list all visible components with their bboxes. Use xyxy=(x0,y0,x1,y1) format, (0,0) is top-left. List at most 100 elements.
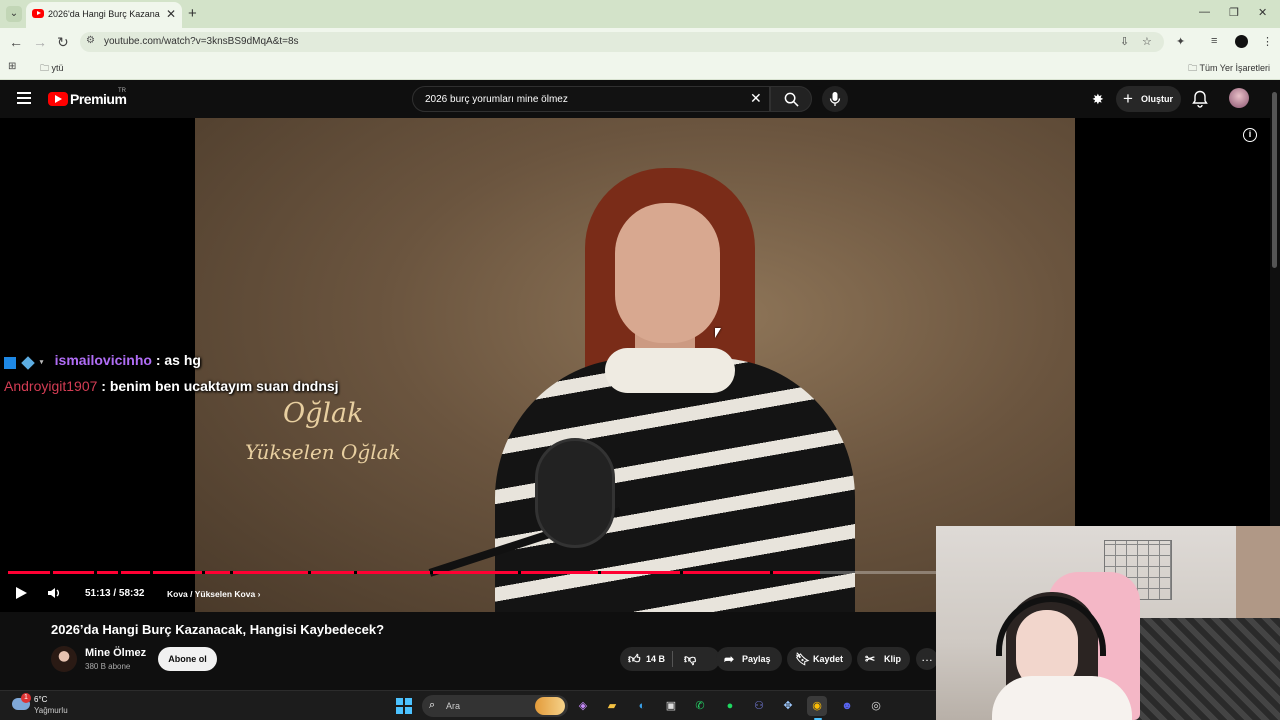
obs-icon[interactable]: ◎ xyxy=(866,696,886,716)
browser-menu-icon[interactable]: ⋮ xyxy=(1262,35,1273,48)
teams-icon[interactable]: ⚇ xyxy=(749,696,769,716)
weather-badge: 1 xyxy=(21,693,31,703)
copilot-icon[interactable]: ◈ xyxy=(573,696,593,716)
back-button[interactable]: ← xyxy=(9,34,23,50)
file-explorer-icon[interactable]: ▰ xyxy=(602,696,622,716)
country-code: TR xyxy=(118,88,126,94)
progress-bar[interactable] xyxy=(8,571,936,574)
tab-close-icon[interactable]: ✕ xyxy=(166,7,176,21)
channel-avatar[interactable] xyxy=(51,646,77,672)
volume-button[interactable] xyxy=(47,586,63,605)
share-arrow-icon: ➦ xyxy=(724,652,735,666)
account-avatar[interactable] xyxy=(1229,88,1249,108)
voice-search-button[interactable] xyxy=(822,86,848,112)
notifications-bell-icon[interactable] xyxy=(1192,90,1208,113)
chat-message: ▾ ismailovicinho : as hg xyxy=(4,352,201,370)
bookmark-star-icon[interactable]: ☆ xyxy=(1142,35,1152,48)
volume-icon xyxy=(48,588,59,598)
chevron-right-icon: › xyxy=(257,589,261,599)
chapter-marker xyxy=(770,571,773,574)
reload-button[interactable]: ↻ xyxy=(57,34,69,51)
chat-badges: ▾ xyxy=(4,353,51,370)
network-app-icon[interactable]: ✥ xyxy=(778,696,798,716)
progress-bar-fill xyxy=(8,571,820,574)
media-control-icon[interactable]: ≡ xyxy=(1211,35,1217,47)
chapter-marker xyxy=(354,571,357,574)
clear-search-icon[interactable]: ✕ xyxy=(750,90,762,107)
extensions-icon[interactable]: ✦ xyxy=(1176,35,1185,48)
like-count[interactable]: 14 B xyxy=(646,654,665,664)
video-person-face xyxy=(615,203,720,343)
bookmark-folder-ytu[interactable]: 🗀 ytü xyxy=(40,61,64,77)
spotify-icon[interactable]: ● xyxy=(720,696,740,716)
site-info-icon[interactable]: ⚙ xyxy=(86,35,95,46)
whatsapp-icon[interactable]: ✆ xyxy=(690,696,710,716)
all-bookmarks-label: Tüm Yer İşaretleri xyxy=(1199,63,1270,73)
temperature[interactable]: 6°C xyxy=(34,695,47,704)
search-highlight-image xyxy=(535,697,565,715)
ask-ai-icon[interactable]: ✸ xyxy=(1092,91,1104,108)
tab-search-button[interactable]: ⌄ xyxy=(6,6,22,22)
search-query: 2026 burç yorumları mine ölmez xyxy=(425,94,568,105)
minimize-button[interactable]: — xyxy=(1199,6,1210,18)
thumbs-down-icon[interactable]: 👎︎ xyxy=(684,652,696,667)
more-actions-button[interactable]: … xyxy=(916,648,938,670)
search-input[interactable]: 2026 burç yorumları mine ölmez xyxy=(412,86,770,112)
tab-title: 2026'da Hangi Burç Kazanacak xyxy=(48,9,160,19)
time-display: 51:13 / 58:32 xyxy=(85,588,145,599)
share-button[interactable]: ➦ Paylaş xyxy=(716,647,782,671)
install-app-icon[interactable]: ⇩ xyxy=(1120,35,1129,48)
chapter-button[interactable]: Kova / Yükselen Kova › xyxy=(167,589,260,599)
chapter-marker xyxy=(230,571,233,574)
taskbar-search-placeholder: Ara xyxy=(446,701,461,711)
weather-condition[interactable]: Yağmurlu xyxy=(34,706,68,715)
store-icon[interactable]: ▣ xyxy=(661,696,681,716)
menu-icon[interactable] xyxy=(17,92,31,104)
youtube-logo-icon[interactable] xyxy=(48,92,68,106)
clip-button[interactable]: ✂ Klip xyxy=(857,647,910,671)
folder-icon: 🗀 xyxy=(40,63,50,73)
info-icon[interactable]: i xyxy=(1243,128,1257,142)
forward-button[interactable]: → xyxy=(33,34,47,50)
save-button[interactable]: 🔖︎ Kaydet xyxy=(787,647,852,671)
windows-start-icon[interactable] xyxy=(396,698,412,714)
share-label: Paylaş xyxy=(742,654,771,664)
gem-badge-icon xyxy=(21,355,35,370)
subscribe-button[interactable]: Abone ol xyxy=(158,647,217,671)
mouse-cursor xyxy=(715,328,721,338)
divider xyxy=(672,651,673,667)
all-bookmarks-button[interactable]: 🗀 Tüm Yer İşaretleri xyxy=(1188,61,1270,77)
video-overlay-subtitle: Yükselen Oğlak xyxy=(245,440,401,464)
scrollbar-thumb[interactable] xyxy=(1272,92,1277,268)
folder-icon: 🗀 xyxy=(1188,63,1198,73)
video-overlay-title: Oğlak xyxy=(283,398,364,429)
restore-button[interactable]: ❐ xyxy=(1229,6,1239,19)
thumbs-up-icon[interactable]: 👍︎ xyxy=(628,652,641,667)
browser-tab-active[interactable]: 2026'da Hangi Burç Kazanacak ✕ xyxy=(26,2,182,28)
window-close-button[interactable]: ✕ xyxy=(1258,6,1267,19)
bookmark-folder-label: ytü xyxy=(51,63,64,73)
chapter-marker xyxy=(430,571,433,574)
channel-name[interactable]: Mine Ölmez xyxy=(85,647,146,659)
play-button[interactable] xyxy=(14,586,28,605)
chapter-marker xyxy=(308,571,311,574)
url-field[interactable]: ⚙ youtube.com/watch?v=3knsBS9dMqA&t=8s xyxy=(80,32,1164,52)
discord-icon[interactable]: ☻ xyxy=(837,696,857,716)
search-button[interactable] xyxy=(770,86,812,112)
apps-grid-icon[interactable]: ⊞ xyxy=(8,61,16,72)
taskbar-search-input[interactable]: ⌕ Ara xyxy=(422,695,568,717)
new-tab-button[interactable]: + xyxy=(188,5,197,22)
create-button[interactable]: + Oluştur xyxy=(1116,86,1181,112)
edge-icon[interactable]: ◐ xyxy=(632,696,652,716)
chapter-marker xyxy=(50,571,53,574)
create-label: Oluştur xyxy=(1141,94,1174,104)
profile-avatar[interactable] xyxy=(1235,35,1248,48)
search-icon xyxy=(784,92,799,107)
chrome-icon[interactable]: ◉ xyxy=(807,696,827,716)
plus-icon: + xyxy=(1123,89,1133,108)
chapter-marker xyxy=(518,571,521,574)
subscriber-count: 380 B abone xyxy=(85,662,131,671)
bookmarks-bar: ⊞ 🗀 ytü 🗀 Tüm Yer İşaretleri xyxy=(0,56,1280,80)
clip-label: Klip xyxy=(884,654,901,664)
like-dislike-group: 👍︎ 14 B 👎︎ xyxy=(620,647,720,671)
